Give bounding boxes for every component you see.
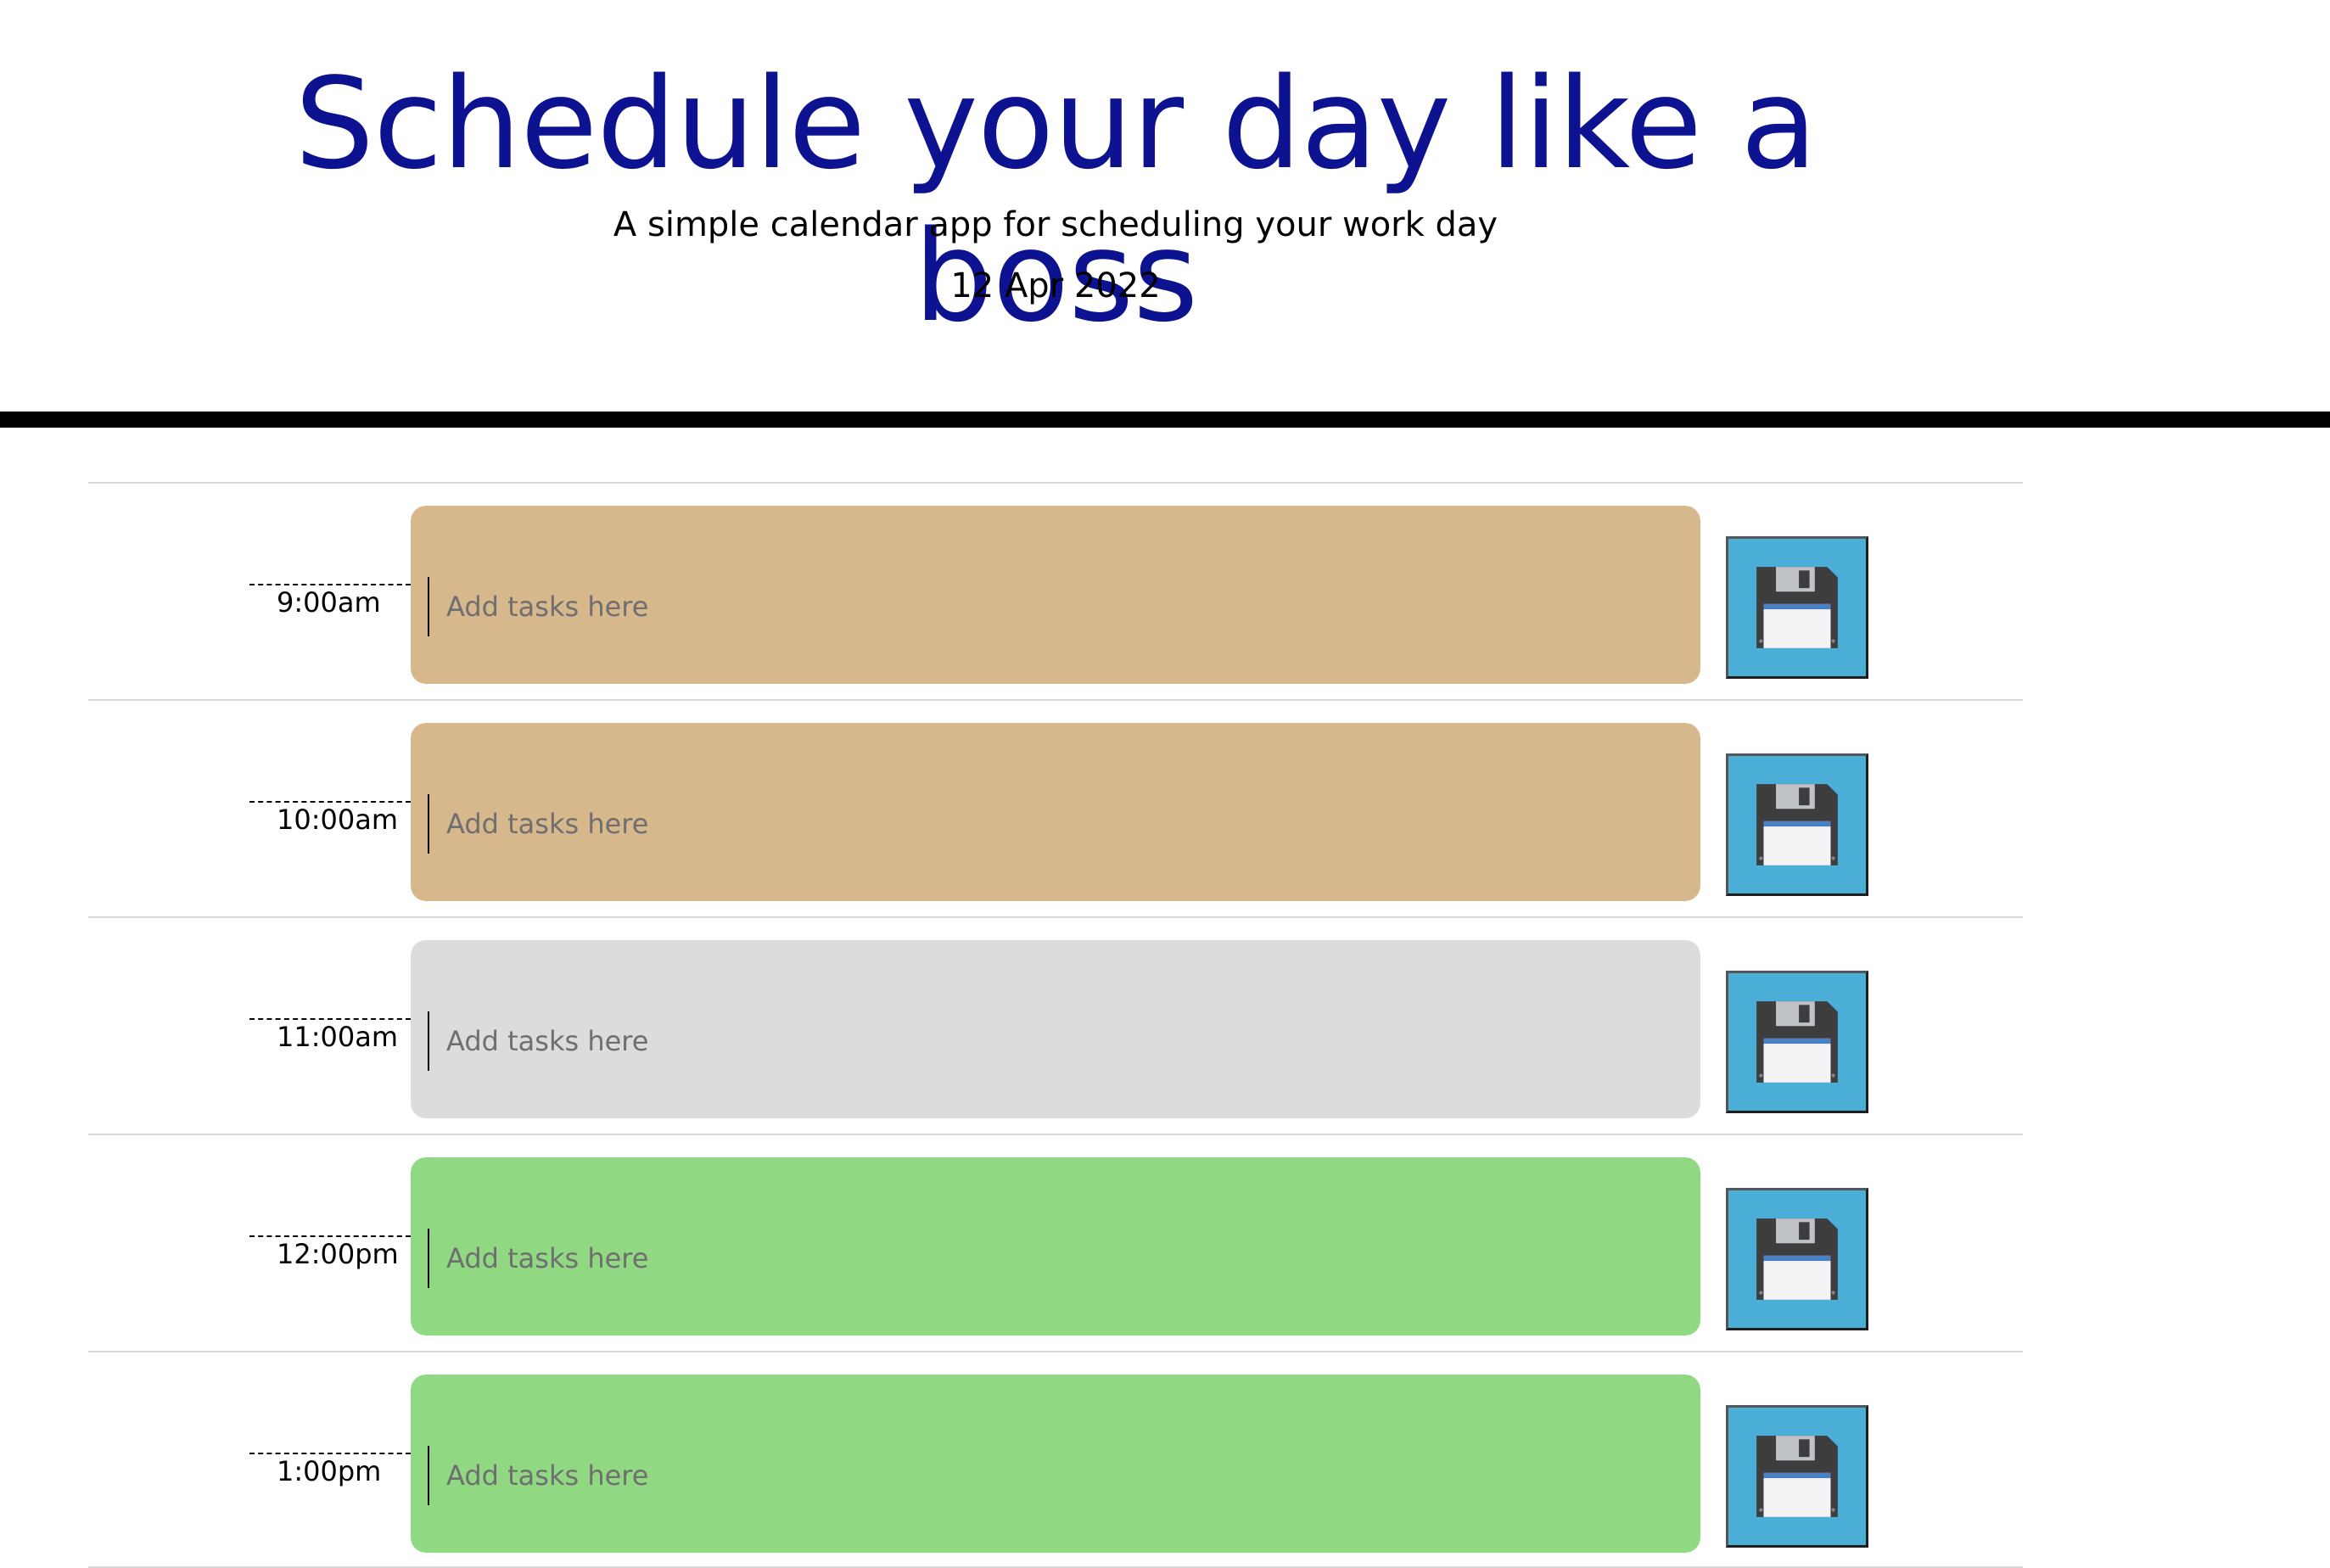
task-input[interactable]: Add tasks here [411,1375,1700,1553]
hour-text: 11:00am [277,1021,398,1053]
floppy-disk-icon [1756,784,1838,865]
page-header: Schedule your day like a boss A simple c… [0,0,2330,416]
task-input[interactable]: Add tasks here [411,940,1700,1118]
hour-text: 9:00am [277,586,381,619]
task-placeholder: Add tasks here [428,794,648,854]
timeblock-row: 11:00am Add tasks here [88,916,2023,1134]
hour-label: 12:00pm [249,1235,411,1269]
timeblock-row: 12:00pm Add tasks here [88,1134,2023,1351]
task-input[interactable]: Add tasks here [411,723,1700,901]
floppy-disk-icon [1756,1218,1838,1300]
hour-label: 9:00am [249,584,411,618]
hour-text: 12:00pm [277,1238,399,1270]
timeblock-row: 10:00am Add tasks here [88,699,2023,916]
floppy-disk-icon [1756,1001,1838,1083]
timeblock-row: 9:00am Add tasks here [88,482,2023,699]
hour-text: 1:00pm [277,1455,382,1487]
task-placeholder: Add tasks here [428,1011,648,1071]
current-date: 12 Apr 2022 [950,266,1161,305]
timeblock-row: 1:00pm Add tasks here [88,1351,2023,1568]
hour-label: 11:00am [249,1018,411,1052]
save-button[interactable] [1726,971,1868,1113]
floppy-disk-icon [1756,567,1838,648]
page-subtitle: A simple calendar app for scheduling you… [613,205,1498,244]
save-button[interactable] [1726,536,1868,679]
hour-label: 1:00pm [249,1453,411,1487]
save-button[interactable] [1726,753,1868,896]
save-button[interactable] [1726,1405,1868,1548]
hour-text: 10:00am [277,804,398,836]
floppy-disk-icon [1756,1436,1838,1517]
task-input[interactable]: Add tasks here [411,1157,1700,1336]
task-placeholder: Add tasks here [428,577,648,636]
page-title: Schedule your day like a boss [294,51,1818,350]
hour-label: 10:00am [249,801,411,835]
task-placeholder: Add tasks here [428,1446,648,1505]
timeblock-list: 9:00am Add tasks here 10:00am Add tasks … [88,482,2023,1568]
task-placeholder: Add tasks here [428,1229,648,1288]
header-divider [0,412,2330,428]
save-button[interactable] [1726,1188,1868,1330]
task-input[interactable]: Add tasks here [411,506,1700,684]
